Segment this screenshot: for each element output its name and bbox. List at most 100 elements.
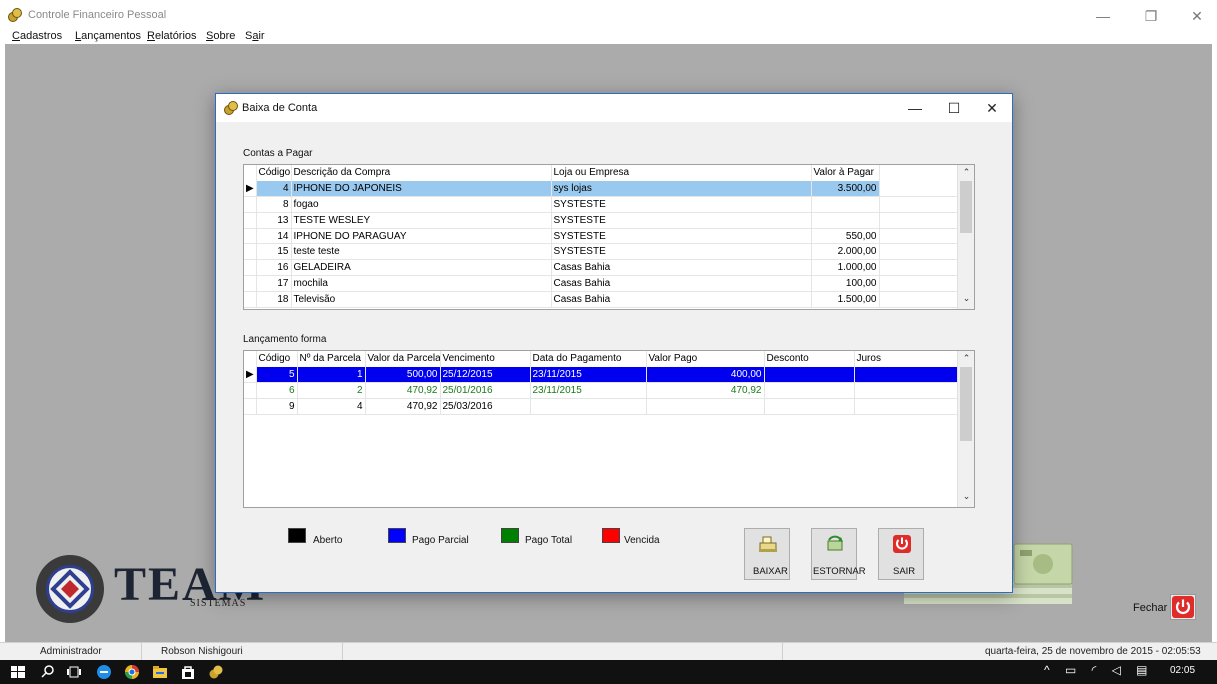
dialog-minimize-button[interactable]: —: [901, 98, 929, 118]
cell-desconto[interactable]: [764, 366, 855, 384]
cell-codigo[interactable]: 6: [256, 382, 298, 399]
col-header-descricao[interactable]: Descrição da Compra: [291, 165, 552, 181]
row-indicator[interactable]: [244, 291, 257, 308]
cell-vencimento[interactable]: 25/12/2015: [440, 366, 531, 384]
lancamentos-grid[interactable]: Código Nº da Parcela Valor da Parcela Ve…: [243, 350, 975, 508]
cell-codigo[interactable]: 13: [256, 212, 292, 229]
cell-loja[interactable]: SYSTESTE: [551, 212, 812, 229]
cell-parcela[interactable]: 1: [297, 366, 366, 384]
cell-loja[interactable]: SYSTESTE: [551, 196, 812, 213]
cell-parcela[interactable]: 2: [297, 382, 366, 399]
cell-descricao[interactable]: GELADEIRA: [291, 259, 552, 277]
row-indicator[interactable]: [244, 228, 257, 245]
cell-desconto[interactable]: [764, 382, 855, 399]
baixar-button[interactable]: BAIXAR: [744, 528, 790, 580]
task-view-icon[interactable]: [66, 664, 82, 680]
scroll-down-arrow-icon[interactable]: ⌄: [958, 491, 974, 502]
cell-loja[interactable]: sys lojas: [551, 180, 812, 198]
cell-valor-pagar[interactable]: 1.500,00: [811, 291, 880, 308]
cell-codigo[interactable]: 18: [256, 291, 292, 308]
dialog-maximize-button[interactable]: ☐: [940, 98, 968, 118]
col-header-valor-parcela[interactable]: Valor da Parcela: [365, 351, 441, 367]
contas-grid[interactable]: Código Descrição da Compra Loja ou Empre…: [243, 164, 975, 310]
cell-desconto[interactable]: [764, 398, 855, 415]
system-tray-icons[interactable]: ^ ▭ ◜ ◁ ▤: [1044, 663, 1154, 677]
contas-row[interactable]: ▶ 4 IPHONE DO JAPONEIS sys lojas 3.500,00: [244, 180, 959, 198]
cell-loja[interactable]: Casas Bahia: [551, 259, 812, 277]
estornar-button[interactable]: ESTORNAR: [811, 528, 866, 580]
lancamento-row[interactable]: ▶ 5 1 500,00 25/12/2015 23/11/2015 400,00: [244, 366, 959, 384]
coins-app-icon[interactable]: [208, 664, 224, 680]
scroll-down-arrow-icon[interactable]: ⌄: [958, 293, 974, 304]
cell-valor-pagar[interactable]: 1.000,00: [811, 259, 880, 277]
contas-row[interactable]: 15 teste teste SYSTESTE 2.000,00: [244, 243, 959, 261]
sair-button[interactable]: SAIR: [878, 528, 924, 580]
menu-sair[interactable]: Sair: [245, 28, 265, 44]
dialog-close-button[interactable]: ✕: [978, 98, 1006, 118]
edge-browser-icon[interactable]: [96, 664, 112, 680]
cell-data-pagamento[interactable]: 23/11/2015: [530, 382, 647, 399]
cell-juros[interactable]: [854, 382, 959, 399]
row-indicator[interactable]: [244, 212, 257, 229]
contas-row[interactable]: 17 mochila Casas Bahia 100,00: [244, 275, 959, 292]
file-explorer-icon[interactable]: [152, 664, 168, 680]
contas-row[interactable]: 16 GELADEIRA Casas Bahia 1.000,00: [244, 259, 959, 277]
cell-juros[interactable]: [854, 398, 959, 415]
cell-codigo[interactable]: 9: [256, 398, 298, 415]
col-header-loja[interactable]: Loja ou Empresa: [551, 165, 812, 181]
cell-codigo[interactable]: 14: [256, 228, 292, 245]
cell-data-pagamento[interactable]: [530, 398, 647, 415]
col-header-vencimento[interactable]: Vencimento: [440, 351, 531, 367]
cell-valor-pagar[interactable]: 550,00: [811, 228, 880, 245]
current-row-indicator-icon[interactable]: ▶: [244, 366, 257, 384]
cell-loja[interactable]: SYSTESTE: [551, 243, 812, 261]
col-header-juros[interactable]: Juros: [854, 351, 959, 367]
col-header-valor-pagar[interactable]: Valor à Pagar: [811, 165, 880, 181]
cell-valor-pago[interactable]: [646, 398, 765, 415]
cell-juros[interactable]: [854, 366, 959, 384]
cell-descricao[interactable]: Televisão: [291, 291, 552, 308]
row-indicator[interactable]: [244, 243, 257, 261]
row-indicator[interactable]: [244, 398, 257, 415]
cell-parcela[interactable]: 4: [297, 398, 366, 415]
cell-valor-pago[interactable]: 400,00: [646, 366, 765, 384]
cell-valor-pagar[interactable]: 2.000,00: [811, 243, 880, 261]
chrome-icon[interactable]: [124, 664, 140, 680]
cell-descricao[interactable]: IPHONE DO PARAGUAY: [291, 228, 552, 245]
cell-vencimento[interactable]: 25/01/2016: [440, 382, 531, 399]
cell-valor-pagar[interactable]: [811, 212, 880, 229]
contas-row[interactable]: 13 TESTE WESLEY SYSTESTE: [244, 212, 959, 229]
scroll-up-arrow-icon[interactable]: ⌃: [958, 167, 974, 178]
col-header-codigo[interactable]: Código: [256, 165, 292, 181]
cell-valor-parcela[interactable]: 500,00: [365, 366, 441, 384]
lancamento-row[interactable]: 9 4 470,92 25/03/2016: [244, 398, 959, 415]
scroll-thumb[interactable]: [960, 181, 972, 233]
cell-descricao[interactable]: IPHONE DO JAPONEIS: [291, 180, 552, 198]
cell-codigo[interactable]: 17: [256, 275, 292, 292]
cell-loja[interactable]: Casas Bahia: [551, 291, 812, 308]
row-indicator[interactable]: [244, 275, 257, 292]
cell-descricao[interactable]: TESTE WESLEY: [291, 212, 552, 229]
cell-codigo[interactable]: 16: [256, 259, 292, 277]
menu-relatorios[interactable]: Relatórios: [147, 28, 197, 44]
current-row-indicator-icon[interactable]: ▶: [244, 180, 257, 198]
row-indicator[interactable]: [244, 196, 257, 213]
menu-sobre[interactable]: Sobre: [206, 28, 235, 44]
scroll-thumb[interactable]: [960, 367, 972, 441]
contas-row[interactable]: 14 IPHONE DO PARAGUAY SYSTESTE 550,00: [244, 228, 959, 245]
cell-descricao[interactable]: fogao: [291, 196, 552, 213]
cell-valor-pagar[interactable]: 100,00: [811, 275, 880, 292]
cell-loja[interactable]: Casas Bahia: [551, 275, 812, 292]
lancamentos-scrollbar[interactable]: ⌃ ⌄: [957, 351, 974, 507]
cell-loja[interactable]: SYSTESTE: [551, 228, 812, 245]
cell-codigo[interactable]: 8: [256, 196, 292, 213]
cell-descricao[interactable]: mochila: [291, 275, 552, 292]
lancamento-row[interactable]: 6 2 470,92 25/01/2016 23/11/2015 470,92: [244, 382, 959, 399]
search-icon[interactable]: [40, 664, 56, 680]
cell-codigo[interactable]: 5: [256, 366, 298, 384]
cell-valor-parcela[interactable]: 470,92: [365, 398, 441, 415]
col-header-valor-pago[interactable]: Valor Pago: [646, 351, 765, 367]
row-indicator[interactable]: [244, 382, 257, 399]
windows-start-icon[interactable]: [10, 664, 26, 680]
menu-cadastros[interactable]: Cadastros: [12, 28, 62, 44]
